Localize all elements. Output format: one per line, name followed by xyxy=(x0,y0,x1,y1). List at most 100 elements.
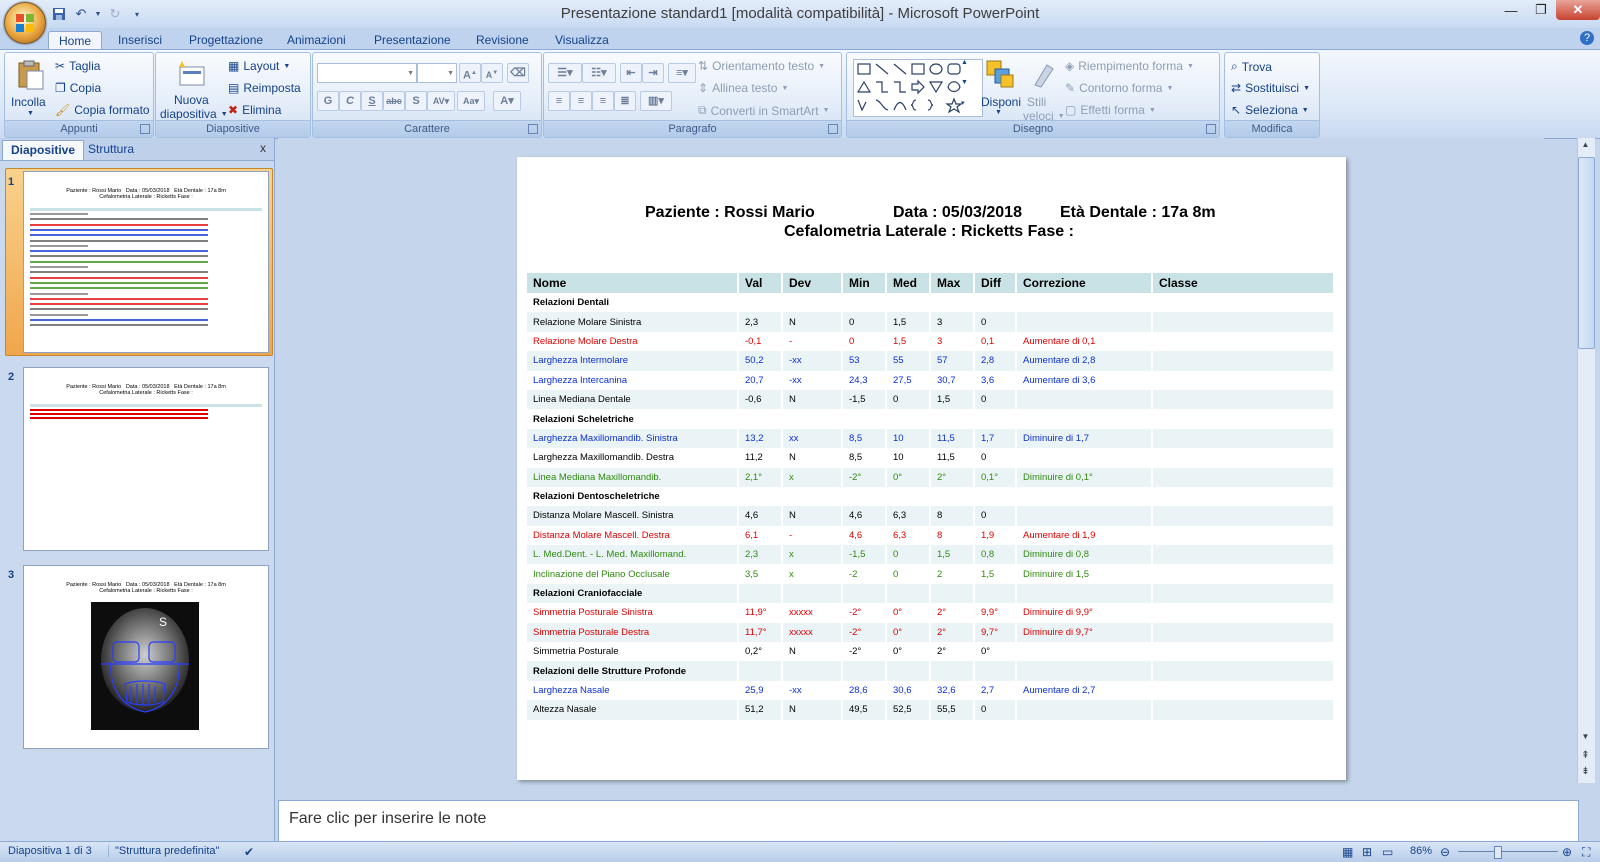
notes-pane[interactable]: Fare clic per inserire le note xyxy=(278,800,1579,842)
normal-view-icon[interactable]: ▦ xyxy=(1342,845,1353,859)
disegno-launcher-icon[interactable] xyxy=(1206,124,1216,134)
shapes-gallery[interactable] xyxy=(853,59,983,117)
slide-thumbnail-2[interactable]: Paziente : Rossi Mario Data : 05/03/2018… xyxy=(23,367,269,551)
zoom-slider[interactable] xyxy=(1458,851,1558,852)
font-name-combo[interactable]: ▼ xyxy=(317,63,417,83)
shapes-scroll-down-icon[interactable]: ▼ xyxy=(961,79,968,86)
appunti-launcher-icon[interactable] xyxy=(140,124,150,134)
underline-icon[interactable]: S xyxy=(361,91,383,111)
fit-to-window-icon[interactable]: ⛶ xyxy=(1582,845,1590,860)
previous-slide-icon[interactable]: ⇞ xyxy=(1578,750,1593,764)
justify-icon[interactable]: ≣ xyxy=(614,91,636,111)
tab-revisione[interactable]: Revisione xyxy=(466,31,539,50)
tab-diapositive[interactable]: Diapositive xyxy=(2,140,85,160)
bold-icon[interactable]: G xyxy=(317,91,339,111)
slide-thumbnail-3[interactable]: Paziente : Rossi Mario Data : 05/03/2018… xyxy=(23,565,269,749)
carattere-launcher-icon[interactable] xyxy=(528,124,538,134)
thumb1-row xyxy=(30,234,208,237)
slideshow-icon[interactable]: ▭ xyxy=(1382,845,1393,859)
shadow-icon[interactable]: S xyxy=(405,91,427,111)
tab-home[interactable]: Home xyxy=(48,31,103,51)
table-cell: 4,6 xyxy=(738,506,783,526)
layout-button[interactable]: ▦ Layout ▼ xyxy=(228,59,290,73)
arrange-button[interactable]: Disponi xyxy=(981,95,1021,109)
reset-button[interactable]: ▤ Reimposta xyxy=(228,81,301,95)
paragrafo-launcher-icon[interactable] xyxy=(828,124,838,134)
restore-icon[interactable]: ❐ xyxy=(1526,0,1556,20)
find-button[interactable]: ⌕ Trova xyxy=(1231,59,1272,74)
tab-visualizza[interactable]: Visualizza xyxy=(545,31,619,50)
replace-button[interactable]: ⇄ Sostituisci ▼ xyxy=(1231,81,1310,95)
arrange-dropdown-icon[interactable]: ▼ xyxy=(995,109,1002,116)
zoom-slider-handle[interactable] xyxy=(1494,846,1502,859)
increase-indent-icon[interactable]: ⇥ xyxy=(642,63,664,83)
line-spacing-icon[interactable]: ≡▾ xyxy=(668,63,696,83)
table-cell xyxy=(782,293,843,313)
char-spacing-icon[interactable]: AV▾ xyxy=(427,91,455,111)
align-center-icon[interactable]: ≡ xyxy=(570,91,592,111)
align-left-icon[interactable]: ≡ xyxy=(548,91,570,111)
next-slide-icon[interactable]: ⇟ xyxy=(1578,766,1593,780)
layout-icon: ▦ xyxy=(228,59,240,73)
new-slide-button[interactable]: diapositiva ▼ xyxy=(160,107,228,121)
minimize-icon[interactable]: — xyxy=(1496,0,1526,20)
theme-status[interactable]: "Struttura predefinita" xyxy=(108,845,219,857)
table-cell: Diminuire di 9,9° xyxy=(1016,603,1153,623)
decrease-indent-icon[interactable]: ⇤ xyxy=(620,63,642,83)
shapes-scroll-up-icon[interactable]: ▲ xyxy=(961,59,968,66)
grow-font-icon[interactable]: A▲ xyxy=(459,63,481,83)
change-case-icon[interactable]: Aa▾ xyxy=(457,91,485,111)
table-cell: 9,7° xyxy=(974,622,1017,643)
close-icon[interactable]: ✕ xyxy=(1556,0,1600,20)
tab-inserisci[interactable]: Inserisci xyxy=(108,31,172,50)
font-color-icon[interactable]: A▾ xyxy=(493,91,521,111)
tab-progettazione[interactable]: Progettazione xyxy=(179,31,273,50)
shrink-font-icon[interactable]: A▼ xyxy=(481,63,503,83)
tab-animazioni[interactable]: Animazioni xyxy=(277,31,356,50)
shape-fill-button[interactable]: ◈ Riempimento forma ▼ xyxy=(1065,59,1194,73)
tab-struttura[interactable]: Struttura xyxy=(80,140,142,159)
zoom-in-icon[interactable]: ⊕ xyxy=(1562,845,1572,859)
scroll-down-icon[interactable]: ▼ xyxy=(1578,732,1593,746)
zoom-out-icon[interactable]: ⊖ xyxy=(1440,845,1450,859)
paste-button[interactable]: Incolla xyxy=(11,95,46,109)
italic-icon[interactable]: C xyxy=(339,91,361,111)
align-text-button[interactable]: ⇕ Allinea testo ▼ xyxy=(698,81,788,95)
columns-icon[interactable]: ▥▾ xyxy=(640,91,672,111)
strikethrough-icon[interactable]: abc xyxy=(383,91,405,111)
tab-presentazione[interactable]: Presentazione xyxy=(364,31,461,50)
shape-effects-button[interactable]: ▢ Effetti forma ▼ xyxy=(1065,103,1156,117)
help-icon[interactable]: ? xyxy=(1580,31,1594,45)
bullets-icon[interactable]: ☰▾ xyxy=(548,63,582,83)
smartart-button[interactable]: ⧉ Converti in SmartArt ▼ xyxy=(698,103,830,118)
cut-button[interactable]: ✂ Taglia xyxy=(55,59,100,73)
copy-button[interactable]: ❐ Copia xyxy=(55,81,101,95)
zoom-level[interactable]: 86% xyxy=(1410,845,1432,857)
spell-check-icon[interactable]: ✔ xyxy=(244,845,254,859)
shapes-more-icon[interactable]: ▾ xyxy=(961,99,965,107)
text-direction-button[interactable]: ⇅ Orientamento testo ▼ xyxy=(698,59,825,73)
new-slide-label-1[interactable]: Nuova xyxy=(174,93,209,107)
delete-slide-button[interactable]: ✖ Elimina xyxy=(228,103,281,117)
table-cell: Diminuire di 0,1° xyxy=(1016,467,1153,487)
quick-styles-label-1[interactable]: Stili xyxy=(1027,95,1046,109)
select-button[interactable]: ↖ Seleziona ▼ xyxy=(1231,103,1309,117)
scroll-up-icon[interactable]: ▲ xyxy=(1578,140,1593,154)
office-button[interactable] xyxy=(4,2,46,44)
format-painter-button[interactable]: 🖌 Copia formato xyxy=(55,103,150,117)
clear-format-icon[interactable]: ⌫ xyxy=(507,63,529,83)
numbering-icon[interactable]: ☷▾ xyxy=(582,63,616,83)
scrollbar-thumb[interactable] xyxy=(1578,157,1595,349)
align-right-icon[interactable]: ≡ xyxy=(592,91,614,111)
font-size-combo[interactable]: ▼ xyxy=(417,63,457,83)
shape-outline-button[interactable]: ✎ Contorno forma ▼ xyxy=(1065,81,1173,95)
pane-close-icon[interactable]: x xyxy=(260,141,266,155)
slides-pane-tabs: Diapositive Struttura x xyxy=(0,138,274,161)
table-cell: -0,6 xyxy=(738,389,783,410)
paste-dropdown-icon[interactable]: ▼ xyxy=(27,110,34,117)
slide-sorter-icon[interactable]: ⊞ xyxy=(1362,845,1372,859)
table-cell xyxy=(1152,428,1335,449)
table-cell: 4,6 xyxy=(842,506,887,526)
table-cell xyxy=(1016,389,1153,410)
slide-thumbnail-1[interactable]: Paziente : Rossi Mario Data : 05/03/2018… xyxy=(23,171,269,353)
